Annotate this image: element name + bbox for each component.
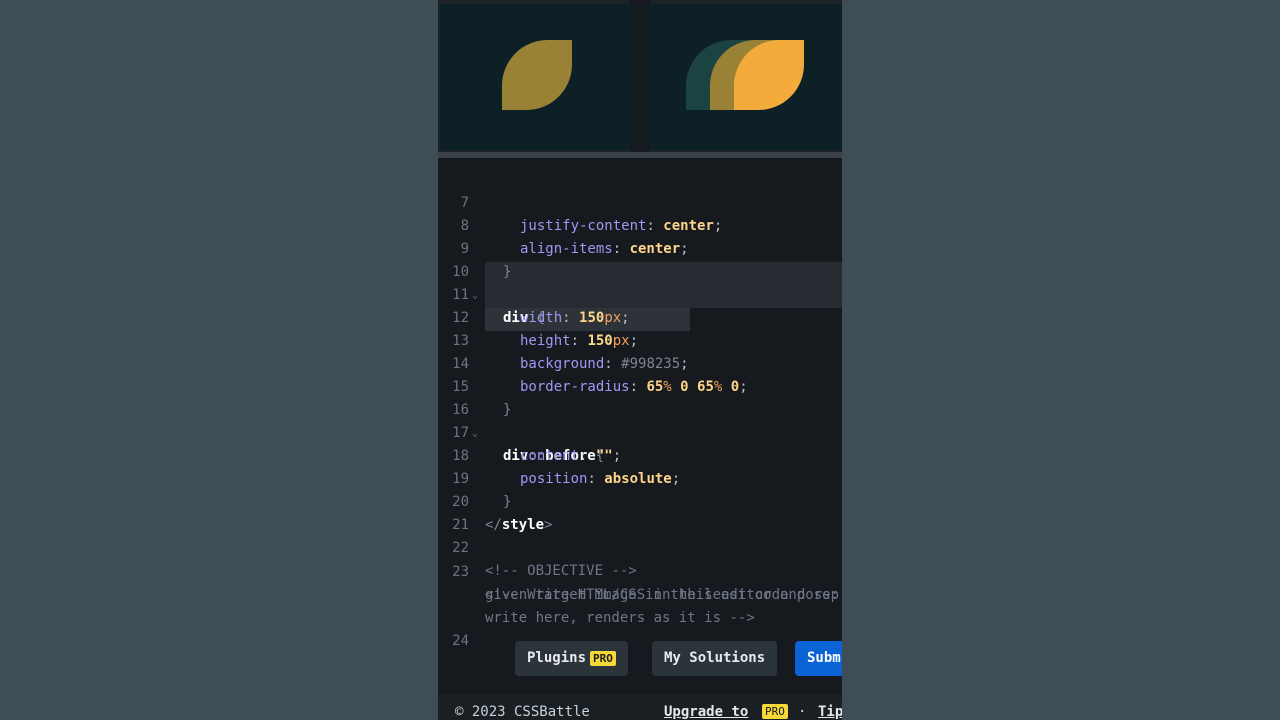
- my-solutions-label: My Solutions: [664, 650, 766, 666]
- line-number: 24: [452, 633, 469, 649]
- css-property: position: [520, 471, 588, 487]
- code-line[interactable]: 10 ⌄ div {: [438, 238, 545, 326]
- preview-area: [438, 0, 842, 158]
- css-value: "": [595, 448, 613, 464]
- code-line[interactable]: 23 <!-- Write HTML/CSS in this editor an…: [438, 538, 839, 603]
- css-value: 65: [697, 379, 714, 395]
- css-property: height: [520, 333, 571, 349]
- css-value: 0: [680, 379, 689, 395]
- plugins-button[interactable]: Plugins PRO: [515, 641, 628, 676]
- css-value: 150: [587, 333, 613, 349]
- code-line[interactable]: 9 }: [438, 215, 512, 280]
- copyright-text: © 2023 CSSBattle: [455, 704, 590, 720]
- target-preview[interactable]: [650, 4, 842, 150]
- html-tag: style: [501, 517, 545, 533]
- css-value: 150: [579, 310, 605, 326]
- code-line[interactable]: 16 ⌄ div::before{: [438, 376, 604, 464]
- upgrade-link[interactable]: Upgrade to: [664, 704, 748, 720]
- css-value: center: [663, 218, 714, 234]
- submit-label: Subm: [807, 650, 841, 666]
- output-preview[interactable]: [440, 4, 630, 150]
- css-property: background: [520, 356, 605, 372]
- separator-dot: ·: [798, 704, 807, 720]
- code-line[interactable]: 11 width: 150px;: [438, 261, 629, 326]
- my-solutions-button[interactable]: My Solutions: [652, 641, 778, 676]
- code-editor[interactable]: 7 justify-content: center; 8 align-items…: [438, 158, 842, 649]
- code-line[interactable]: 7 justify-content: center;: [438, 169, 723, 234]
- code-line[interactable]: 8 align-items: center;: [438, 192, 689, 257]
- css-property: border-radius: [520, 379, 630, 395]
- code-line[interactable]: 20 </style>: [438, 468, 552, 533]
- preview-divider[interactable]: [630, 0, 650, 152]
- css-value: 65: [646, 379, 664, 395]
- submit-button[interactable]: Subm: [795, 641, 842, 676]
- css-property: width: [520, 310, 563, 326]
- css-value: absolute: [604, 471, 672, 487]
- code-line[interactable]: 21: [438, 491, 489, 533]
- footer: © 2023 CSSBattle Upgrade to PRO · Tip: [438, 694, 842, 720]
- css-value: center: [629, 241, 681, 257]
- css-value: 0: [730, 379, 740, 395]
- output-leaf-shape: [502, 40, 572, 110]
- code-line-wrap[interactable]: write here, renders as it is -->: [438, 584, 755, 626]
- css-unit: px: [604, 310, 622, 326]
- code-line-wrap[interactable]: given target image in the least code pos…: [438, 561, 839, 603]
- tips-link[interactable]: Tip: [818, 704, 842, 720]
- code-comment: given target image in the least code pos…: [485, 587, 840, 603]
- active-line-highlight: [485, 262, 842, 285]
- code-comment: write here, renders as it is -->: [485, 610, 755, 626]
- code-comment: <!-- OBJECTIVE -->: [485, 563, 637, 579]
- code-line[interactable]: 12 height: 150px;: [438, 284, 638, 349]
- code-line[interactable]: 24: [438, 607, 489, 649]
- code-line[interactable]: 18 position: absolute;: [438, 422, 680, 487]
- css-color-value: #998235: [621, 356, 681, 372]
- css-property: justify-content: [520, 218, 647, 234]
- css-property: content: [520, 448, 580, 464]
- code-line[interactable]: 14 border-radius: 65% 0 65% 0;: [438, 330, 748, 395]
- cssbattle-app: 7 justify-content: center; 8 align-items…: [438, 0, 842, 720]
- pro-badge: PRO: [762, 704, 788, 719]
- code-line[interactable]: 15 }: [438, 353, 511, 418]
- plugins-button-label: Plugins: [527, 650, 587, 666]
- code-line[interactable]: 17 content: "";: [438, 399, 621, 464]
- css-property: align-items: [520, 241, 613, 257]
- code-line[interactable]: 19 }: [438, 445, 511, 510]
- code-line[interactable]: 13 background: #998235;: [438, 307, 688, 372]
- css-unit: px: [612, 333, 630, 349]
- code-line[interactable]: 22 <!-- OBJECTIVE -->: [438, 514, 637, 579]
- pro-badge: PRO: [590, 650, 616, 666]
- selection-highlight: [485, 285, 842, 308]
